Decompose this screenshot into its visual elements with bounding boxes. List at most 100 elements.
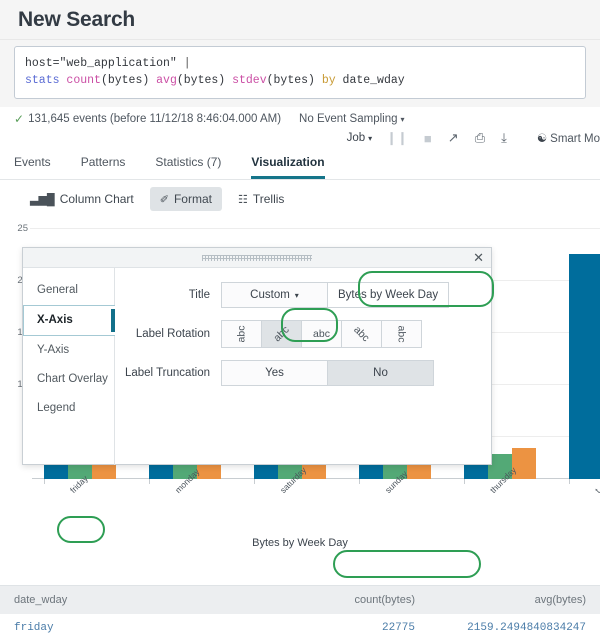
result-tabs: Events Patterns Statistics (7) Visualiza… (0, 150, 600, 180)
smart-mode-button[interactable]: ☯Smart Mo (537, 131, 600, 145)
x-label-partial: t (593, 486, 600, 495)
chevron-down-icon: ▾ (368, 134, 372, 143)
pencil-icon: ✐ (160, 193, 169, 206)
label-rotation-row: Label Rotation abc abc abc abc abc (115, 320, 481, 348)
dialog-body: General X-Axis Y-Axis Chart Overlay Lege… (23, 268, 491, 465)
query-count-arg: (bytes) (101, 74, 149, 87)
x-tick (44, 479, 45, 484)
trellis-button[interactable]: ☷ Trellis (228, 187, 294, 211)
query-count-fn: count (66, 74, 101, 87)
lightbulb-icon: ☯ (537, 133, 547, 145)
label-rotation-options: abc abc abc abc abc (221, 320, 422, 348)
sidebar-item-chart-overlay[interactable]: Chart Overlay (23, 365, 114, 394)
table-row: friday 22775 2159.2494840834247 (0, 614, 600, 642)
cell-count[interactable]: 22775 (230, 622, 415, 634)
x-tick (569, 479, 570, 484)
print-icon[interactable]: ⎙ (475, 130, 485, 146)
label-truncation-label: Label Truncation (115, 367, 221, 379)
bar-group-tuesday (569, 254, 600, 479)
app-header: New Search (0, 0, 600, 40)
event-sampling-label: No Event Sampling (299, 113, 397, 125)
sidebar-item-y-axis[interactable]: Y-Axis (23, 336, 114, 365)
query-group-field: date_wday (343, 74, 405, 87)
x-axis-title: Bytes by Week Day (0, 537, 600, 549)
trellis-label: Trellis (253, 192, 285, 206)
chevron-down-icon: ▾ (295, 291, 299, 300)
cell-date-wday[interactable]: friday (0, 622, 230, 634)
label-truncation-options: Yes No (221, 360, 434, 386)
event-count-text: 131,645 events (before 11/12/18 8:46:04.… (28, 113, 281, 125)
label-truncation-row: Label Truncation Yes No (115, 360, 481, 386)
sidebar-item-general[interactable]: General (23, 276, 114, 305)
chart-type-label: Column Chart (60, 192, 134, 206)
bar-chart-icon: ▃▆█ (30, 193, 55, 206)
event-sampling-dropdown[interactable]: No Event Sampling ▾ (299, 113, 404, 125)
query-stdev-fn: stdev (232, 74, 267, 87)
format-dialog: ✕ General X-Axis Y-Axis Chart Overlay Le… (22, 247, 492, 465)
dialog-drag-handle[interactable]: ✕ (23, 248, 491, 268)
rotation-option-zero[interactable]: abc (301, 320, 342, 348)
x-tick (254, 479, 255, 484)
query-stdev-arg: (bytes) (267, 74, 315, 87)
bar-count[interactable] (569, 254, 600, 479)
chart-type-button[interactable]: ▃▆█ Column Chart (20, 187, 144, 211)
label-rotation-label: Label Rotation (115, 328, 221, 340)
truncation-option-yes[interactable]: Yes (221, 360, 328, 386)
format-button[interactable]: ✐ Format (150, 187, 222, 211)
share-icon[interactable]: ↗ (448, 130, 459, 146)
statistics-table: date_wday count(bytes) avg(bytes) friday… (0, 585, 600, 642)
grip-icon (202, 255, 312, 261)
truncation-option-no[interactable]: No (327, 360, 434, 386)
search-query-input[interactable]: host="web_application" | stats count(byt… (14, 46, 586, 99)
gridline (30, 228, 600, 229)
grid-icon: ☷ (238, 193, 248, 206)
close-icon[interactable]: ✕ (473, 249, 484, 267)
pause-icon[interactable]: ❙❙ (386, 130, 408, 146)
sidebar-item-x-axis[interactable]: X-Axis (23, 305, 115, 336)
title-label: Title (115, 289, 221, 301)
query-stats-keyword: stats (25, 74, 60, 87)
tab-visualization[interactable]: Visualization (251, 155, 324, 179)
title-controls: Custom ▾ Bytes by Week Day (221, 282, 449, 308)
title-mode-label: Custom (250, 289, 290, 301)
rotation-option-plus45[interactable]: abc (341, 320, 382, 348)
job-dropdown[interactable]: Job▾ (347, 132, 373, 144)
rotation-option-minus90[interactable]: abc (221, 320, 262, 348)
download-icon[interactable]: ⤓ (501, 130, 507, 146)
job-label: Job (347, 132, 366, 144)
rotation-option-minus45[interactable]: abc (261, 320, 302, 348)
title-text-input[interactable]: Bytes by Week Day (327, 282, 449, 308)
title-mode-dropdown[interactable]: Custom ▾ (221, 282, 328, 308)
title-row: Title Custom ▾ Bytes by Week Day (115, 282, 481, 308)
chevron-down-icon: ▾ (401, 115, 405, 124)
tab-events[interactable]: Events (14, 155, 51, 179)
tab-patterns[interactable]: Patterns (81, 155, 126, 179)
tab-statistics[interactable]: Statistics (7) (155, 155, 221, 179)
column-header-date-wday[interactable]: date_wday (0, 594, 230, 606)
rotation-option-plus90[interactable]: abc (381, 320, 422, 348)
column-header-count[interactable]: count(bytes) (230, 594, 415, 606)
smart-mode-label: Smart Mo (550, 133, 600, 145)
query-pipe: | (184, 57, 191, 70)
stop-icon[interactable]: ■ (424, 131, 432, 146)
dialog-content: Title Custom ▾ Bytes by Week Day Label R… (115, 268, 491, 465)
dialog-sidebar: General X-Axis Y-Axis Chart Overlay Lege… (23, 268, 115, 465)
visualization-toolbar: ▃▆█ Column Chart ✐ Format ☷ Trellis (0, 180, 600, 217)
table-header-row: date_wday count(bytes) avg(bytes) (0, 586, 600, 614)
page-title: New Search (18, 8, 135, 32)
sidebar-item-legend[interactable]: Legend (23, 394, 114, 423)
job-toolbar: Job▾ ❙❙ ■ ↗ ⎙ ⤓ ☯Smart Mo (0, 128, 600, 150)
query-avg-fn: avg (156, 74, 177, 87)
x-tick (149, 479, 150, 484)
y-tick-25: 25 (17, 223, 28, 234)
query-avg-arg: (bytes) (177, 74, 225, 87)
query-host-clause: host="web_application" (25, 57, 177, 70)
column-header-avg[interactable]: avg(bytes) (415, 594, 600, 606)
cell-avg[interactable]: 2159.2494840834247 (415, 622, 600, 634)
query-by-keyword: by (322, 74, 336, 87)
query-line-1: host="web_application" | (25, 55, 575, 72)
event-status-row: ✓ 131,645 events (before 11/12/18 8:46:0… (0, 107, 600, 128)
x-tick (359, 479, 360, 484)
search-bar-container: host="web_application" | stats count(byt… (0, 40, 600, 107)
success-check-icon: ✓ (14, 112, 24, 126)
